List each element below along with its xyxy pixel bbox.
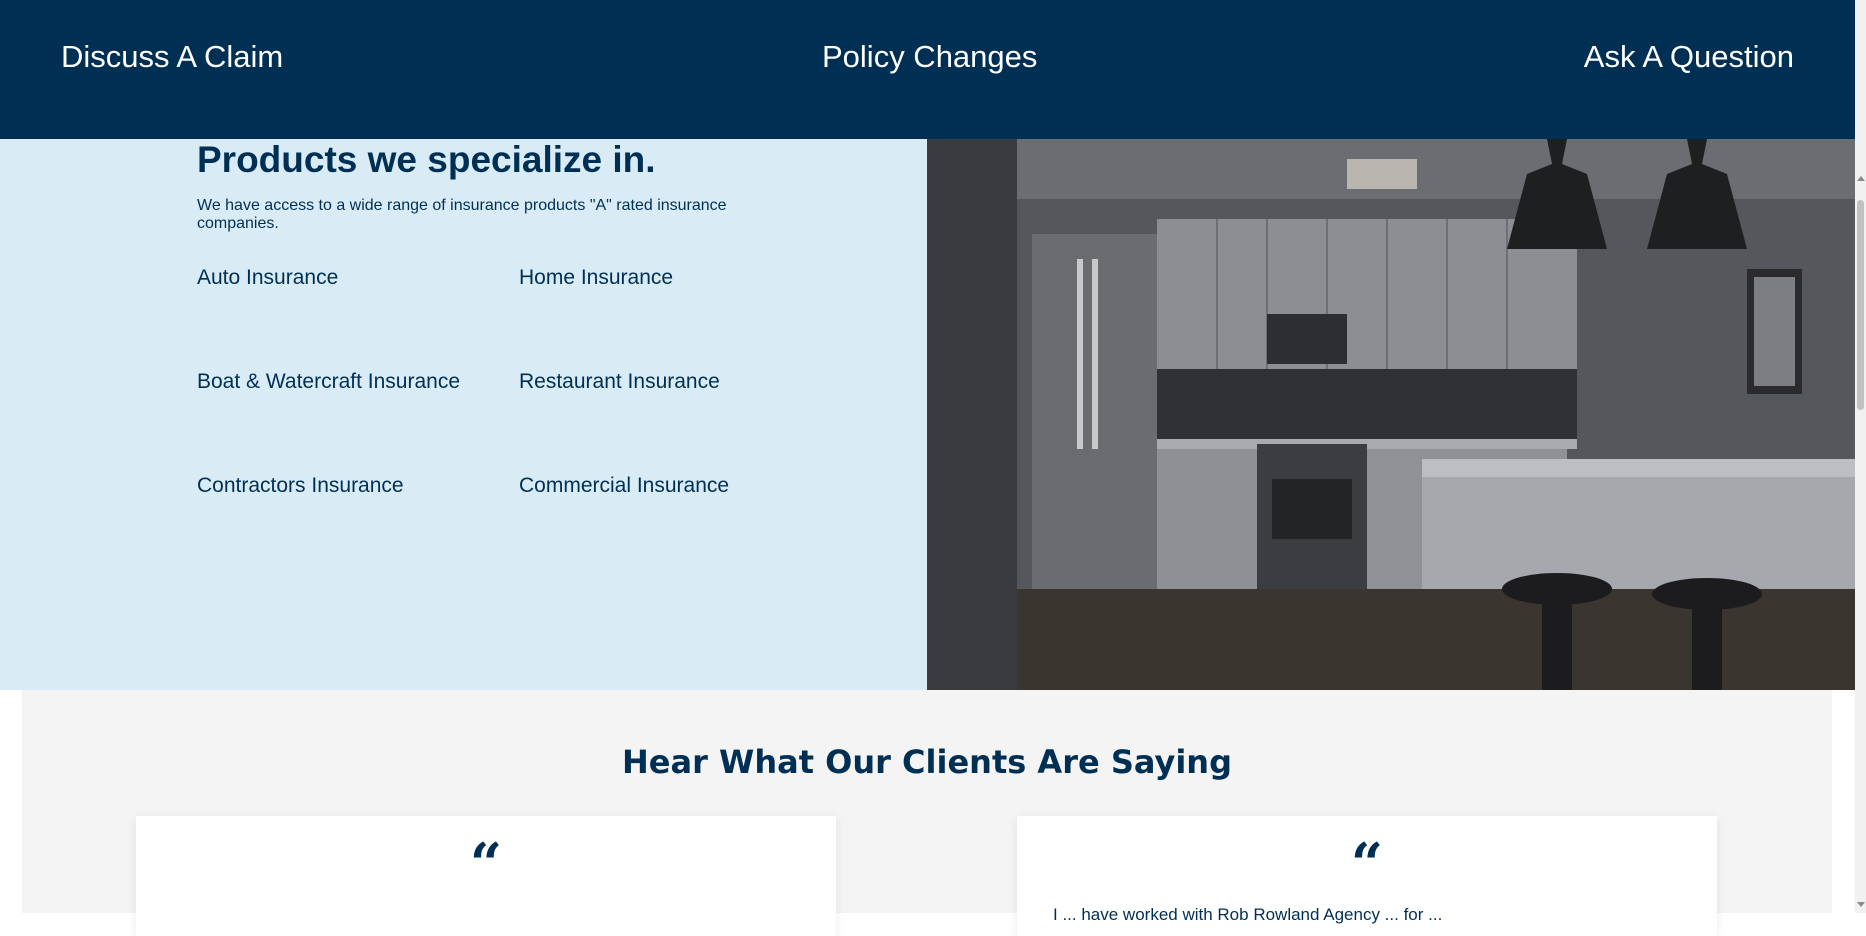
product-boat-watercraft-insurance[interactable]: Boat & Watercraft Insurance (197, 370, 460, 394)
testimonial-text: I ... have worked with Rob Rowland Agenc… (1053, 905, 1443, 924)
product-restaurant-insurance[interactable]: Restaurant Insurance (519, 370, 720, 394)
quote-icon: “ (469, 831, 503, 897)
scroll-up-arrow-icon[interactable] (1857, 176, 1865, 181)
products-title: Products we specialize in. (197, 139, 656, 180)
testimonial-card: “ I ... have worked with Rob Rowland Age… (1017, 816, 1717, 936)
product-auto-insurance[interactable]: Auto Insurance (197, 266, 338, 290)
testimonials-title: Hear What Our Clients Are Saying (622, 743, 1232, 781)
quote-icon: “ (1350, 831, 1384, 897)
scrollbar-thumb[interactable] (1857, 200, 1864, 410)
policy-changes-link[interactable]: Policy Changes (822, 38, 1037, 76)
testimonials-section: Hear What Our Clients Are Saying “ “ I .… (22, 690, 1832, 936)
ask-question-link[interactable]: Ask A Question (1584, 38, 1794, 76)
products-section: Products we specialize in. We have acces… (0, 139, 927, 690)
page-scrollbar[interactable] (1855, 0, 1866, 913)
kitchen-photo (927, 139, 1855, 690)
discuss-claim-link[interactable]: Discuss A Claim (61, 38, 283, 76)
scroll-down-arrow-icon[interactable] (1857, 902, 1865, 907)
testimonial-card: “ (136, 816, 836, 936)
product-commercial-insurance[interactable]: Commercial Insurance (519, 474, 729, 498)
top-action-bar: Discuss A Claim Policy Changes Ask A Que… (0, 0, 1855, 139)
products-intro: We have access to a wide range of insura… (197, 197, 727, 232)
product-contractors-insurance[interactable]: Contractors Insurance (197, 474, 404, 498)
kitchen-illustration (927, 139, 1855, 690)
product-home-insurance[interactable]: Home Insurance (519, 266, 673, 290)
